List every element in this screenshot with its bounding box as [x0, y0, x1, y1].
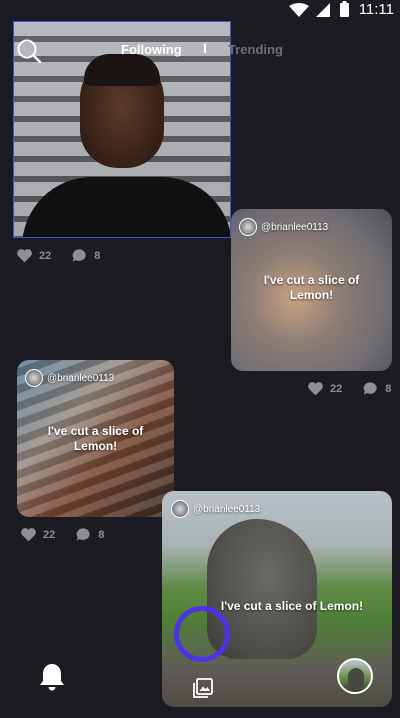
- username: @brianlee0113: [261, 221, 329, 233]
- comment-count: 8: [98, 528, 105, 541]
- post-author[interactable]: @brianlee0113: [171, 500, 260, 518]
- avatar: [239, 218, 257, 236]
- tab-following[interactable]: Following: [121, 42, 182, 57]
- profile-avatar[interactable]: [337, 658, 373, 694]
- comment-count: 8: [94, 249, 101, 262]
- heart-icon[interactable]: [307, 381, 324, 396]
- like-count: 22: [330, 382, 343, 395]
- comment-count: 8: [385, 382, 392, 395]
- like-count: 22: [43, 528, 56, 541]
- comment-icon[interactable]: [71, 248, 88, 263]
- avatar-image: [348, 668, 364, 688]
- gallery-icon[interactable]: [193, 678, 213, 698]
- search-icon[interactable]: [16, 38, 42, 64]
- username: @brianlee0113: [193, 503, 261, 515]
- heart-icon[interactable]: [16, 248, 33, 263]
- post-stats: 22 8: [16, 248, 100, 263]
- post-author[interactable]: @brianlee0113: [239, 218, 328, 236]
- battery-icon: [340, 1, 349, 17]
- username: @brianlee0113: [47, 372, 115, 384]
- heart-icon[interactable]: [20, 527, 37, 542]
- wifi-icon: [289, 3, 309, 17]
- avatar: [25, 369, 43, 387]
- status-time: 11:11: [358, 1, 394, 18]
- tab-separator: I: [203, 40, 207, 56]
- signal-icon: [316, 3, 330, 17]
- post-author[interactable]: @brianlee0113: [25, 369, 114, 387]
- avatar: [171, 500, 189, 518]
- comment-icon[interactable]: [362, 381, 379, 396]
- post-caption: I've cut a slice of Lemon!: [263, 273, 360, 302]
- post-stats: 22 8: [20, 527, 104, 542]
- tab-trending[interactable]: Trending: [228, 42, 283, 57]
- comment-icon[interactable]: [75, 527, 92, 542]
- bell-icon[interactable]: [38, 662, 66, 692]
- post-card-building[interactable]: @brianlee0113 I've cut a slice of Lemon!: [17, 360, 174, 517]
- post-stats: 22 8: [307, 381, 391, 396]
- like-count: 22: [39, 249, 52, 262]
- post-image-detail: [84, 54, 160, 86]
- status-bar: 11:11: [0, 0, 400, 20]
- record-button[interactable]: [174, 606, 230, 662]
- post-card-kitten[interactable]: @brianlee0113 I've cut a slice of Lemon!: [231, 209, 392, 371]
- post-caption: I've cut a slice of Lemon!: [47, 424, 144, 453]
